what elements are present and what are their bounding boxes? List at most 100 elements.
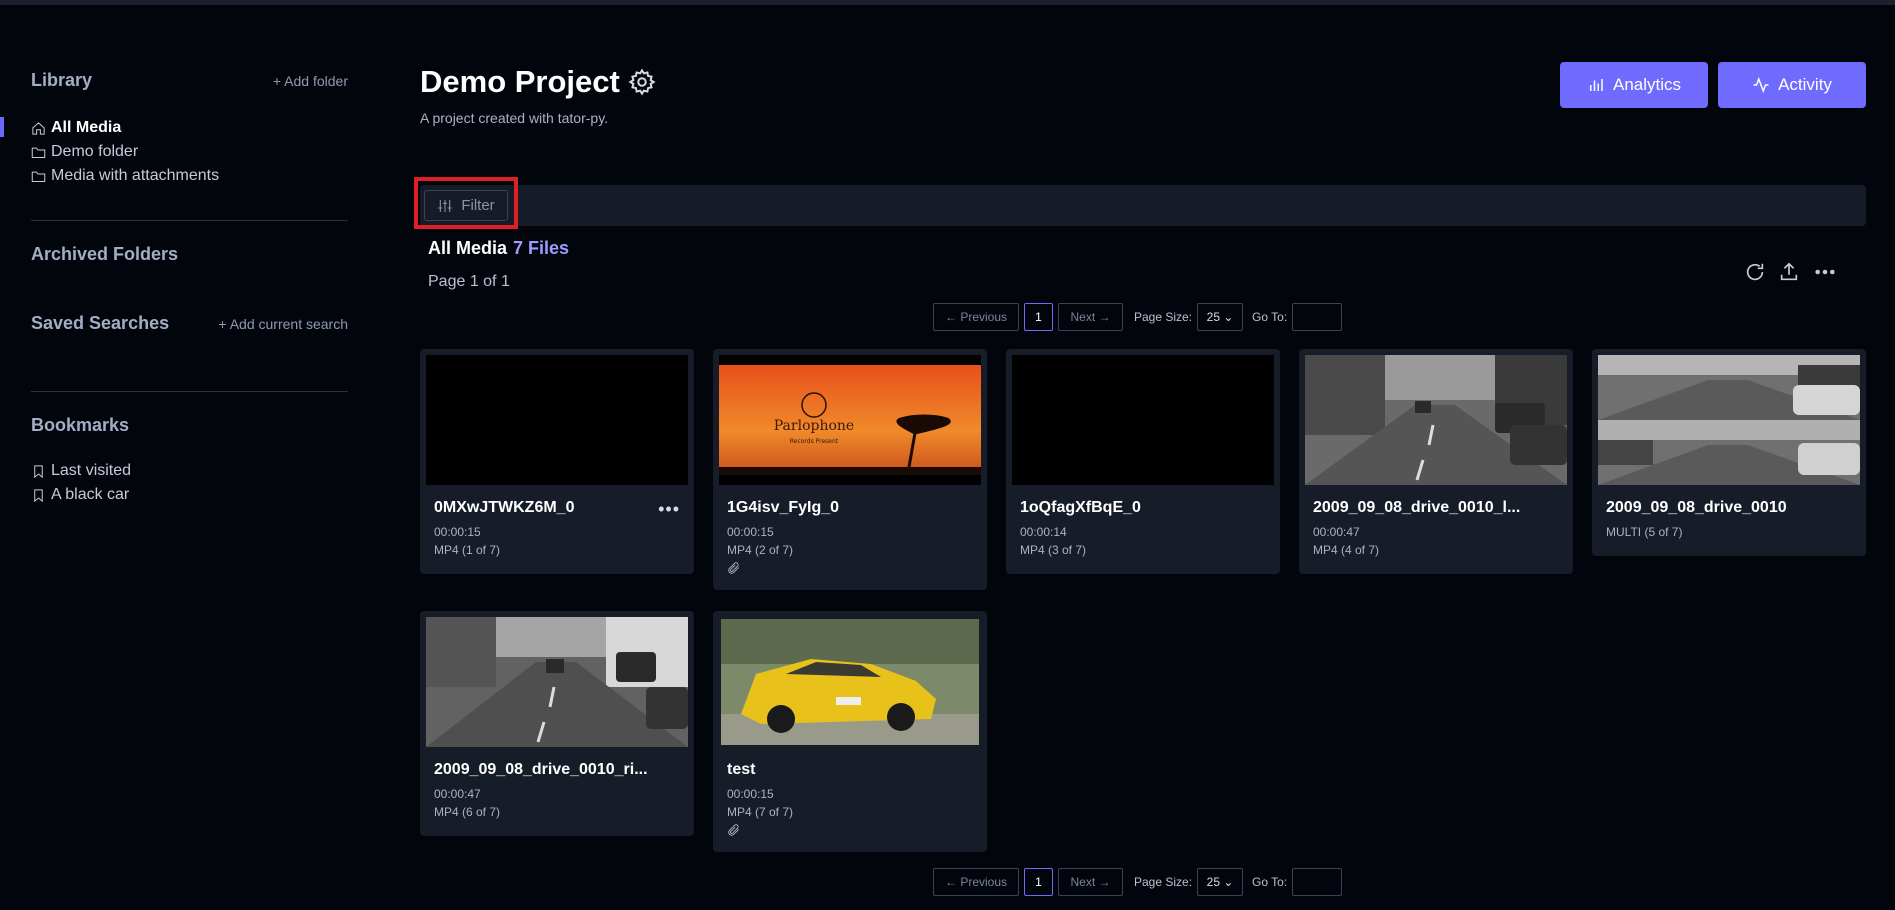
media-name: 0MXwJTWKZ6M_0 <box>434 499 575 516</box>
multi-view-thumbnail-image <box>1598 355 1860 485</box>
sidebar-item-all-media[interactable]: All Media <box>31 116 219 140</box>
media-card[interactable]: Parlophone Records Present 1G4isv_FyIg_0… <box>713 349 987 590</box>
media-card[interactable]: test 00:00:15 MP4 (7 of 7) <box>713 611 987 852</box>
media-name: 1oQfagXfBqE_0 <box>1020 499 1141 516</box>
next-page-button[interactable]: Next → <box>1058 868 1123 896</box>
media-name: 1G4isv_FyIg_0 <box>727 499 840 516</box>
archived-header: Archived Folders <box>31 244 348 265</box>
media-name: 2009_09_08_drive_0010_l... <box>1313 499 1521 516</box>
media-type: MP4 (1 of 7) <box>434 543 501 557</box>
media-card[interactable]: 2009_09_08_drive_0010_l... 00:00:47 MP4 … <box>1299 349 1573 574</box>
highlight-annotation-box <box>414 177 518 229</box>
add-current-search-link[interactable]: + Add current search <box>218 316 348 332</box>
gear-icon[interactable] <box>628 68 656 96</box>
media-thumbnail <box>1305 355 1567 485</box>
bookmark-icon <box>34 488 43 502</box>
page-indicator: Page 1 of 1 <box>428 273 510 290</box>
pagination-bottom: ← Previous 1 Next → Page Size: 25 ⌄ Go T… <box>933 868 1343 896</box>
page-number-button[interactable]: 1 <box>1024 303 1053 331</box>
add-folder-link[interactable]: + Add folder <box>273 73 348 89</box>
media-thumbnail <box>426 617 688 747</box>
media-thumbnail: Parlophone Records Present <box>719 355 981 485</box>
yellow-car-thumbnail-image <box>721 619 979 745</box>
section-title: All Media 7 Files <box>428 238 569 259</box>
project-title: Demo Project <box>420 64 656 100</box>
media-thumbnail <box>721 619 979 745</box>
thumbnail-tagline: Records Present <box>790 438 839 445</box>
sidebar-item-label: All Media <box>51 119 122 136</box>
media-name: test <box>727 761 756 778</box>
street-thumbnail-image <box>1305 355 1567 485</box>
archived-folders-title[interactable]: Archived Folders <box>31 244 178 265</box>
project-title-text: Demo Project <box>420 64 620 99</box>
page-size-label: Page Size: <box>1134 310 1193 324</box>
media-card[interactable]: 2009_09_08_drive_0010_ri... 00:00:47 MP4… <box>420 611 694 836</box>
media-card[interactable]: 0MXwJTWKZ6M_0 ••• 00:00:15 MP4 (1 of 7) <box>420 349 694 574</box>
previous-page-button[interactable]: ← Previous <box>933 868 1019 896</box>
bookmarks-title: Bookmarks <box>31 415 130 435</box>
media-name: 2009_09_08_drive_0010_ri... <box>434 761 648 778</box>
media-duration: 00:00:47 <box>434 787 481 801</box>
bookmark-label: A black car <box>51 486 130 503</box>
media-type: MULTI (5 of 7) <box>1606 525 1683 539</box>
project-subtitle: A project created with tator-py. <box>420 110 609 126</box>
media-thumbnail <box>1598 355 1860 485</box>
page-size-select[interactable]: 25 ⌄ <box>1197 303 1244 331</box>
goto-input[interactable] <box>1292 303 1343 331</box>
library-title: Library <box>31 70 93 90</box>
media-type: MP4 (4 of 7) <box>1313 543 1380 557</box>
section-title-text: All Media <box>428 238 508 258</box>
bookmark-last-visited[interactable]: Last visited <box>31 459 131 483</box>
media-card[interactable]: 1oQfagXfBqE_0 00:00:14 MP4 (3 of 7) <box>1006 349 1280 574</box>
media-type: MP4 (6 of 7) <box>434 805 501 819</box>
paperclip-icon <box>728 562 739 574</box>
card-more-options-icon[interactable]: ••• <box>658 499 680 520</box>
bookmarks-header: Bookmarks <box>31 415 348 436</box>
refresh-icon[interactable] <box>1744 261 1766 283</box>
media-type: MP4 (2 of 7) <box>727 543 794 557</box>
page-size-label: Page Size: <box>1134 875 1193 889</box>
media-thumbnail <box>1012 355 1274 485</box>
sidebar-item-media-with-attachments[interactable]: Media with attachments <box>31 164 219 188</box>
media-card[interactable]: 2009_09_08_drive_0010 MULTI (5 of 7) <box>1592 349 1866 556</box>
bookmark-list: Last visited A black car <box>31 459 131 507</box>
sidebar-item-label: Media with attachments <box>51 167 220 184</box>
upload-icon[interactable] <box>1778 261 1800 283</box>
media-duration: 00:00:15 <box>727 525 774 539</box>
folder-icon <box>31 171 46 182</box>
analytics-button[interactable]: Analytics <box>1560 62 1708 108</box>
paperclip-icon <box>728 824 739 836</box>
sidebar-divider <box>31 391 348 392</box>
activity-label: Activity <box>1778 75 1832 94</box>
activity-button[interactable]: Activity <box>1718 62 1866 108</box>
sidebar: Library + Add folder All Media Demo fold… <box>0 0 360 910</box>
previous-page-button[interactable]: ← Previous <box>933 303 1019 331</box>
folder-icon <box>31 147 46 158</box>
sidebar-item-label: Demo folder <box>51 143 139 160</box>
bar-chart-icon <box>1589 79 1603 91</box>
bookmark-label: Last visited <box>51 462 132 479</box>
home-icon <box>32 121 45 135</box>
page-size-value: 25 <box>1206 875 1221 889</box>
media-name: 2009_09_08_drive_0010 <box>1606 499 1787 516</box>
saved-searches-title: Saved Searches <box>31 313 170 333</box>
goto-label: Go To: <box>1252 310 1288 324</box>
bookmark-a-black-car[interactable]: A black car <box>31 483 131 507</box>
goto-input[interactable] <box>1292 868 1343 896</box>
next-page-button[interactable]: Next → <box>1058 303 1123 331</box>
activity-icon <box>1753 76 1769 94</box>
page-size-value: 25 <box>1206 310 1221 324</box>
page-size-select[interactable]: 25 ⌄ <box>1197 868 1244 896</box>
more-options-icon[interactable] <box>1814 261 1836 283</box>
media-thumbnail <box>426 355 688 485</box>
page-number-button[interactable]: 1 <box>1024 868 1053 896</box>
analytics-label: Analytics <box>1612 75 1682 94</box>
thumbnail-brand: Parlophone <box>774 418 854 434</box>
sunset-thumbnail-image: Parlophone Records Present <box>719 365 981 475</box>
folder-list: All Media Demo folder Media with attachm… <box>31 116 219 188</box>
sidebar-item-demo-folder[interactable]: Demo folder <box>31 140 219 164</box>
media-duration: 00:00:15 <box>434 525 481 539</box>
active-indicator <box>0 117 4 137</box>
file-count: 7 Files <box>513 238 570 258</box>
filter-bar <box>420 185 1866 226</box>
